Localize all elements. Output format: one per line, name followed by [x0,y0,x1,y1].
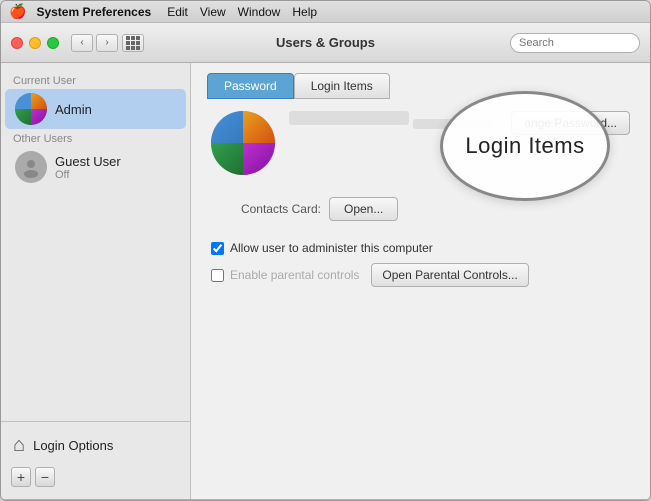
sidebar-item-guest[interactable]: Guest User Off [5,147,186,187]
main-content: Password Login Items ange Pass [191,63,650,499]
grid-icon [126,36,140,50]
sidebar-bottom: ⌂ Login Options + − [1,421,190,491]
login-options-label: Login Options [33,438,113,453]
remove-user-button[interactable]: − [35,467,55,487]
back-button[interactable]: ‹ [71,34,93,52]
sidebar-controls: + − [1,463,190,491]
parental-controls-row: Enable parental controls Open Parental C… [191,263,650,287]
tab-bar: Password Login Items [191,63,650,99]
guest-user-info: Guest User Off [55,154,176,181]
app-name-menu[interactable]: System Preferences [36,5,151,19]
user-type-tag [413,119,493,129]
form-area: Contacts Card: Open... [191,187,650,241]
tab-login-items[interactable]: Login Items [294,73,390,99]
window-body: Current User Admin Other Users [1,63,650,499]
sidebar-item-admin[interactable]: Admin [5,89,186,129]
parental-controls-label: Enable parental controls [230,268,359,282]
change-password-button[interactable]: ange Password... [511,111,630,135]
contacts-card-row: Contacts Card: Open... [211,197,630,221]
big-avatar [211,111,275,175]
user-profile-area: ange Password... [191,99,650,187]
allow-admin-row: Allow user to administer this computer [191,241,650,255]
help-menu[interactable]: Help [286,5,323,19]
search-input[interactable] [510,33,640,53]
forward-button[interactable]: › [96,34,118,52]
traffic-lights [11,37,59,49]
open-parental-controls-button[interactable]: Open Parental Controls... [371,263,528,287]
user-details [289,111,497,134]
window-menu[interactable]: Window [232,5,287,19]
title-bar: ‹ › Users & Groups [1,23,650,63]
other-users-label: Other Users [1,129,190,147]
guest-status: Off [55,169,176,181]
search-wrap [510,33,640,53]
close-button[interactable] [11,37,23,49]
view-menu[interactable]: View [194,5,232,19]
current-user-label: Current User [1,71,190,89]
parental-controls-checkbox[interactable] [211,269,224,282]
house-icon: ⌂ [13,434,25,457]
apple-menu[interactable]: 🍎 [9,3,26,20]
tab-password[interactable]: Password [207,73,294,99]
contacts-card-label: Contacts Card: [211,202,321,216]
sidebar: Current User Admin Other Users [1,63,191,499]
guest-avatar [15,151,47,183]
user-display-name [289,111,409,125]
guest-name: Guest User [55,154,176,169]
allow-admin-label: Allow user to administer this computer [230,241,433,255]
window-title: Users & Groups [276,35,375,50]
admin-avatar [15,93,47,125]
grid-view-button[interactable] [122,34,144,52]
login-options-item[interactable]: ⌂ Login Options [1,428,190,463]
maximize-button[interactable] [47,37,59,49]
minimize-button[interactable] [29,37,41,49]
edit-menu[interactable]: Edit [161,5,194,19]
add-user-button[interactable]: + [11,467,31,487]
nav-buttons: ‹ › [71,34,118,52]
admin-user-info: Admin [55,102,176,117]
allow-admin-checkbox[interactable] [211,242,224,255]
macos-menu-bar: 🍎 System Preferences Edit View Window He… [1,1,650,23]
open-contacts-button[interactable]: Open... [329,197,398,221]
admin-name: Admin [55,102,176,117]
